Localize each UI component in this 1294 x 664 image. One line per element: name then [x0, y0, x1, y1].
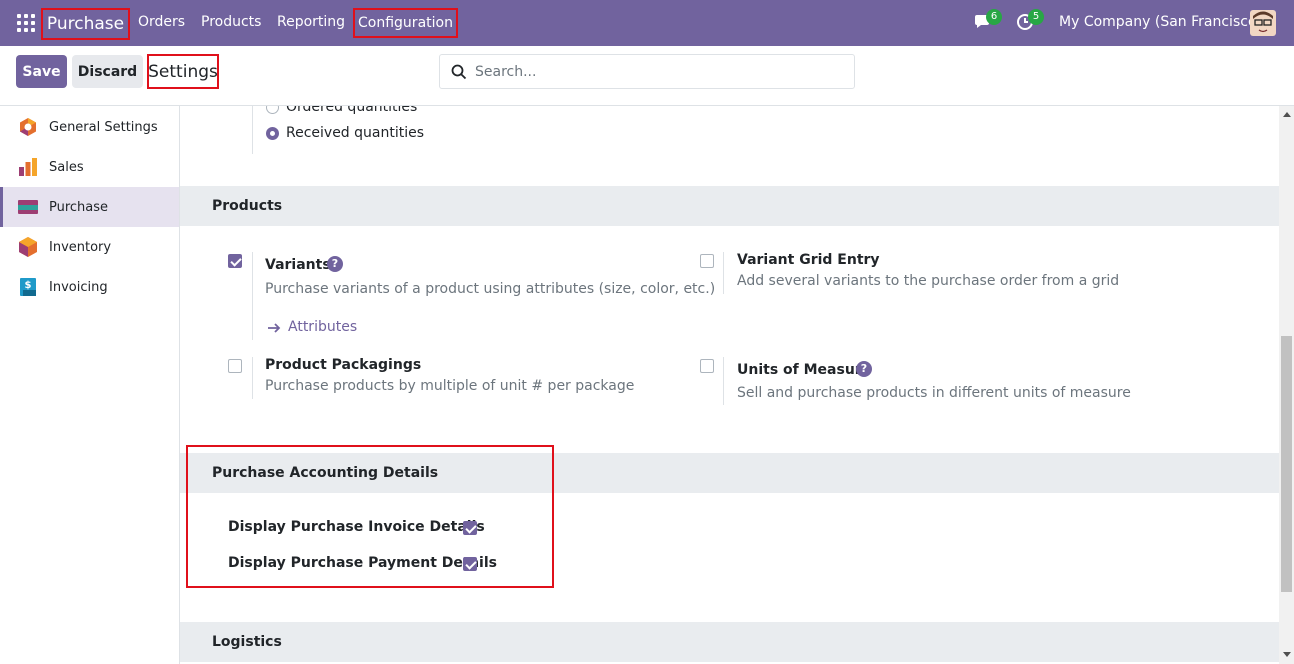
- sidebar-item-purchase[interactable]: Purchase: [0, 187, 179, 227]
- section-title: Logistics: [212, 634, 282, 650]
- section-header-logistics: Logistics: [180, 622, 1279, 662]
- content-scrollbar[interactable]: [1279, 106, 1294, 664]
- save-button[interactable]: Save: [16, 55, 67, 88]
- setting-title-variants: Variants: [265, 257, 331, 273]
- breadcrumb-settings: Settings: [147, 54, 219, 89]
- scroll-down-arrow-icon[interactable]: [1283, 652, 1291, 657]
- section-title: Products: [212, 198, 283, 214]
- setting-desc-packagings: Purchase products by multiple of unit # …: [265, 378, 635, 394]
- help-question-icon[interactable]: ?: [856, 361, 872, 377]
- invoicing-doc-icon: $: [20, 278, 36, 296]
- setting-divider: [252, 357, 253, 399]
- sidebar-item-label: Inventory: [49, 239, 112, 255]
- apps-grid-icon[interactable]: [17, 14, 35, 32]
- setting-divider: [252, 252, 253, 340]
- radio-ordered-quantities[interactable]: [266, 106, 279, 114]
- menu-configuration[interactable]: Configuration: [353, 8, 458, 38]
- menu-products[interactable]: Products: [201, 14, 261, 30]
- sidebar-item-label: Invoicing: [49, 279, 108, 295]
- setting-desc-variants: Purchase variants of a product using att…: [265, 281, 716, 297]
- checkbox-product-packagings[interactable]: [228, 359, 242, 373]
- menu-orders[interactable]: Orders: [138, 14, 185, 30]
- odoo-logo-icon: [20, 118, 36, 136]
- checkbox-variant-grid-entry[interactable]: [700, 254, 714, 268]
- top-navbar: Purchase Orders Products Reporting Confi…: [0, 0, 1294, 46]
- sidebar-item-sales[interactable]: Sales: [0, 147, 179, 187]
- setting-title-packagings: Product Packagings: [265, 357, 422, 373]
- checkbox-units-of-measure[interactable]: [700, 359, 714, 373]
- inventory-box-icon: [19, 237, 37, 257]
- scroll-thumb[interactable]: [1281, 336, 1292, 592]
- sidebar-item-general-settings[interactable]: General Settings: [0, 107, 179, 147]
- checkbox-variants[interactable]: [228, 254, 242, 268]
- label-ordered-quantities: Ordered quantities: [286, 106, 418, 115]
- help-question-icon[interactable]: ?: [327, 256, 343, 272]
- arrow-right-icon: [268, 323, 281, 333]
- label-received-quantities: Received quantities: [286, 125, 425, 141]
- setting-title-uom: Units of Measure: [737, 362, 872, 378]
- highlight-annotation-box: [186, 445, 554, 588]
- setting-divider: [252, 106, 253, 154]
- app-brand[interactable]: Purchase: [41, 8, 130, 40]
- sidebar-item-label: Sales: [49, 159, 84, 175]
- search-box[interactable]: [439, 54, 855, 89]
- sidebar-item-label: Purchase: [49, 199, 109, 215]
- scroll-up-arrow-icon[interactable]: [1283, 112, 1291, 117]
- menu-reporting[interactable]: Reporting: [277, 14, 345, 30]
- svg-text:$: $: [25, 280, 32, 291]
- activities-badge: 5: [1028, 9, 1044, 25]
- settings-sidebar: General Settings Sales Purchase Inventor…: [0, 106, 180, 664]
- purchase-card-icon: [18, 200, 38, 214]
- search-input[interactable]: [475, 63, 835, 80]
- settings-content: Ordered quantities Received quantities P…: [180, 106, 1279, 664]
- setting-desc-uom: Sell and purchase products in different …: [737, 385, 1131, 401]
- discard-button[interactable]: Discard: [72, 55, 143, 88]
- sidebar-item-label: General Settings: [49, 119, 158, 135]
- setting-divider: [723, 357, 724, 405]
- sidebar-item-inventory[interactable]: Inventory: [0, 227, 179, 267]
- sales-chart-icon: [19, 158, 37, 176]
- setting-divider: [723, 252, 724, 294]
- setting-title-variant-grid: Variant Grid Entry: [737, 252, 880, 268]
- user-avatar[interactable]: [1250, 10, 1276, 36]
- setting-desc-variant-grid: Add several variants to the purchase ord…: [737, 273, 1120, 289]
- radio-received-quantities[interactable]: [266, 127, 279, 140]
- control-panel: Save Discard Settings: [0, 46, 1294, 106]
- sidebar-item-invoicing[interactable]: $ Invoicing: [0, 267, 179, 307]
- search-icon: [451, 64, 467, 79]
- section-header-products: Products: [180, 186, 1279, 226]
- messages-badge: 6: [986, 9, 1002, 25]
- company-switcher[interactable]: My Company (San Francisco): [1059, 14, 1262, 30]
- link-attributes[interactable]: Attributes: [288, 319, 357, 335]
